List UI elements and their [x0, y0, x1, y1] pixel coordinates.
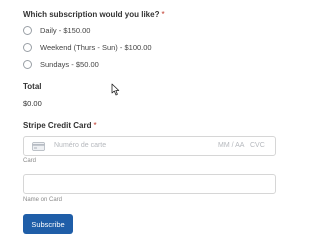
name-on-card-sublabel: Name on Card	[23, 197, 63, 203]
mouse-cursor-icon	[111, 83, 120, 96]
option-daily-label: Daily - $150.00	[40, 25, 91, 35]
card-cvc-placeholder: CVC	[250, 142, 265, 149]
name-on-card-input[interactable]	[23, 174, 276, 194]
subscription-question-text: Which subscription would you like?	[23, 10, 160, 19]
radio-sundays[interactable]	[23, 59, 32, 69]
option-sundays[interactable]: Sundays - $50.00	[23, 58, 99, 70]
card-number-placeholder: Numéro de carte	[54, 142, 107, 149]
subscription-question: Which subscription would you like? *	[23, 10, 165, 19]
card-sublabel: Card	[23, 158, 37, 164]
stripe-card-label: Stripe Credit Card *	[23, 121, 97, 130]
option-weekend-label: Weekend (Thurs - Sun) - $100.00	[40, 42, 152, 52]
option-daily[interactable]: Daily - $150.00	[23, 24, 90, 36]
radio-weekend[interactable]	[23, 42, 32, 52]
subscription-form: Which subscription would you like? * Dail…	[0, 0, 300, 250]
total-label: Total	[23, 82, 42, 91]
subscribe-button[interactable]: Subscribe	[23, 214, 73, 234]
card-expiry-placeholder: MM / AA	[218, 142, 245, 149]
option-sundays-label: Sundays - $50.00	[40, 59, 99, 69]
credit-card-icon	[32, 142, 45, 151]
required-asterisk: *	[93, 121, 97, 130]
card-number-field[interactable]: Numéro de carte MM / AA CVC	[23, 136, 276, 156]
required-asterisk: *	[161, 10, 165, 19]
stripe-card-label-text: Stripe Credit Card	[23, 121, 92, 130]
radio-daily[interactable]	[23, 25, 32, 35]
total-value: $0.00	[23, 99, 42, 108]
option-weekend[interactable]: Weekend (Thurs - Sun) - $100.00	[23, 41, 152, 53]
